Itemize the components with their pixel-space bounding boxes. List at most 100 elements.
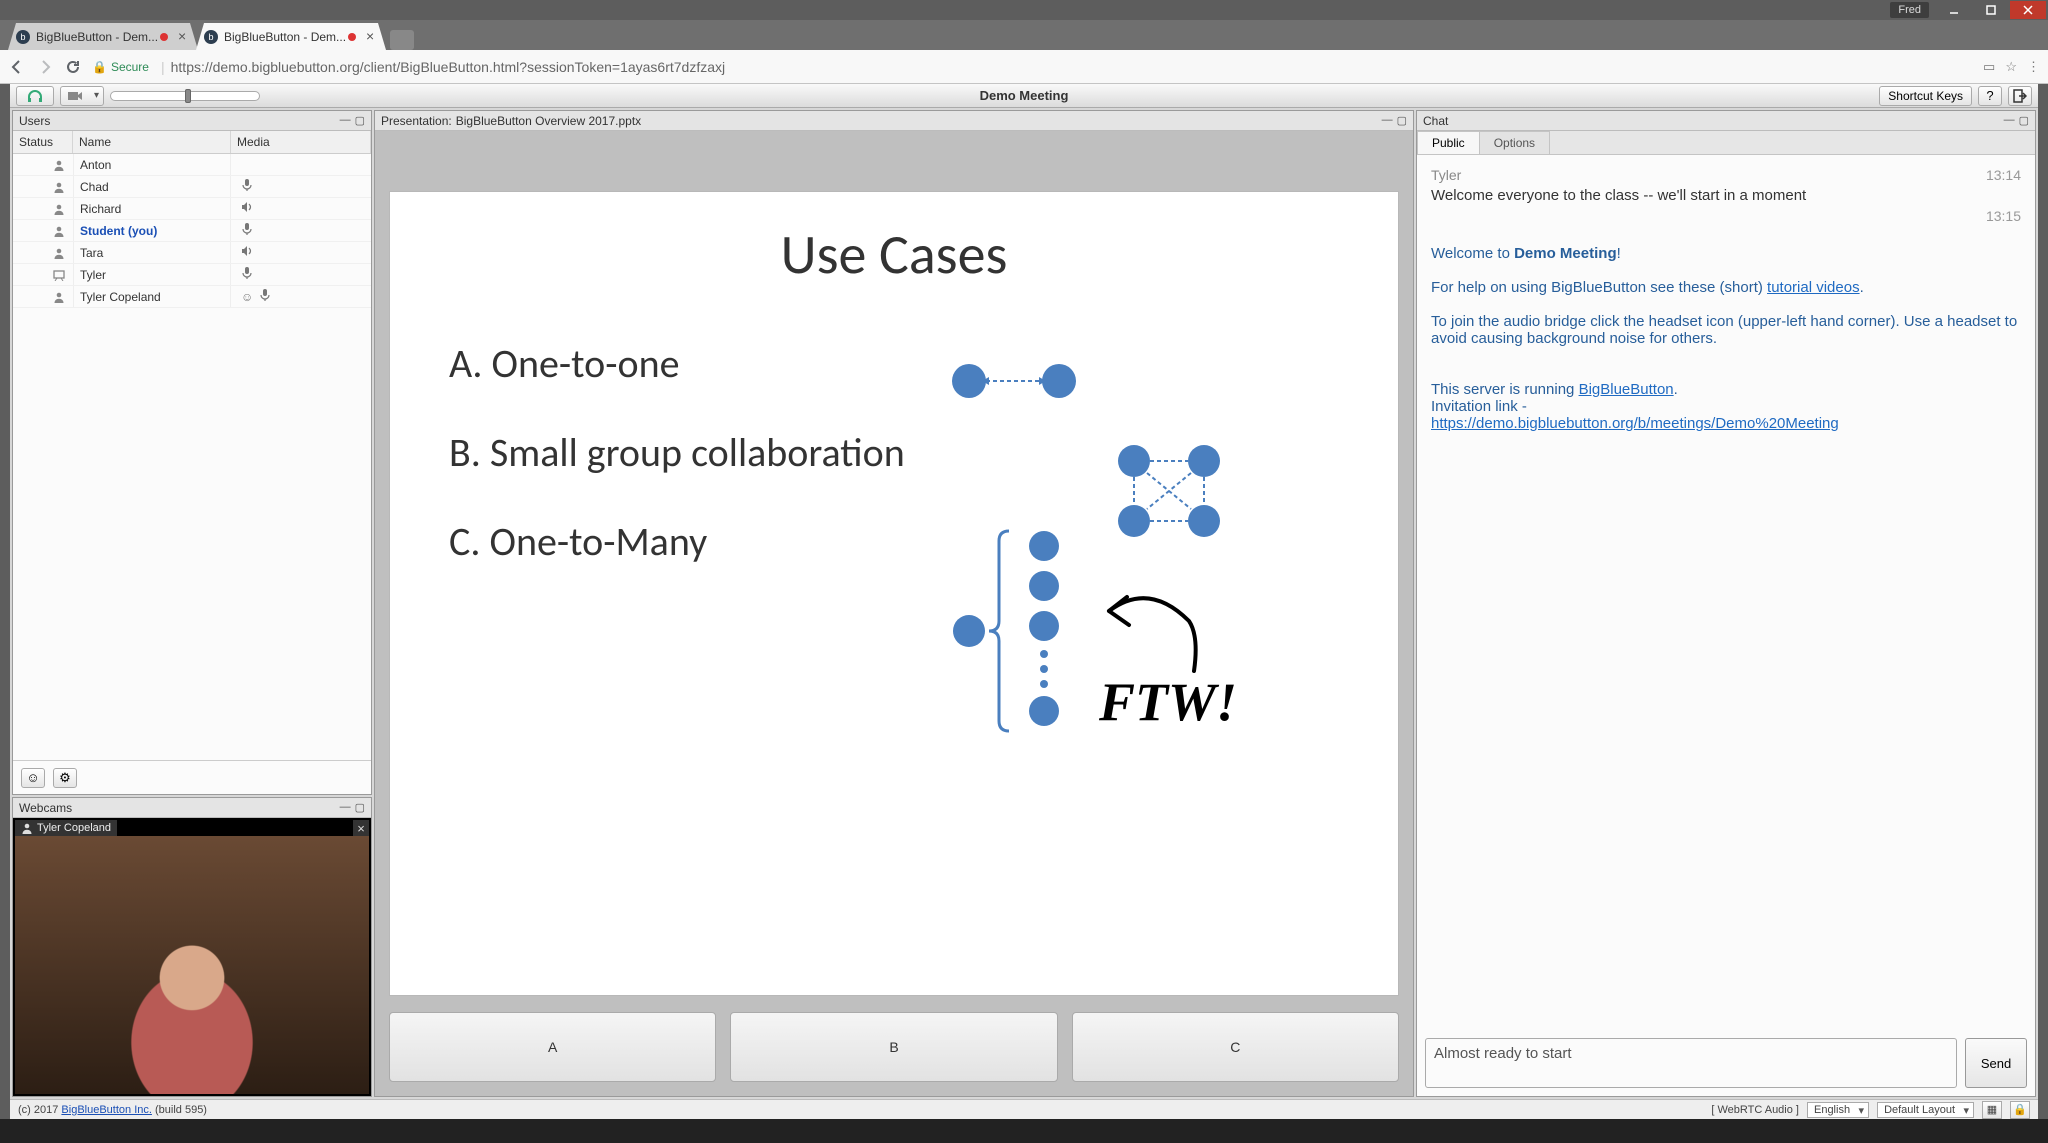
chat-tab-public[interactable]: Public xyxy=(1417,131,1480,154)
cast-icon[interactable]: ▭ xyxy=(1983,59,1995,75)
share-webcam-button[interactable] xyxy=(60,86,104,106)
apply-layout-button[interactable]: ▦ xyxy=(1982,1101,2002,1119)
webcam-stream-label: Tyler Copeland xyxy=(15,820,117,836)
panel-maximize-icon[interactable]: ▢ xyxy=(355,801,365,814)
tutorial-videos-link[interactable]: tutorial videos xyxy=(1767,279,1860,296)
col-status[interactable]: Status xyxy=(13,131,73,153)
user-status-icon xyxy=(13,269,73,281)
chat-input[interactable]: Almost ready to start xyxy=(1425,1038,1957,1088)
users-settings-button[interactable]: ⚙ xyxy=(53,768,77,788)
microphone-volume-slider[interactable] xyxy=(110,91,260,101)
shortcut-keys-button[interactable]: Shortcut Keys xyxy=(1879,86,1972,106)
col-name[interactable]: Name xyxy=(73,131,231,153)
slide-title: Use Cases xyxy=(449,221,1339,289)
address-bar[interactable]: 🔒 Secure | https://demo.bigbluebutton.or… xyxy=(92,59,1973,75)
freehand-text: FTW! xyxy=(1099,671,1237,733)
browser-tab-title: BigBlueButton - Dem... xyxy=(224,30,346,44)
poll-option-a[interactable]: A xyxy=(389,1012,716,1082)
user-row[interactable]: Richard xyxy=(13,198,371,220)
forward-button[interactable] xyxy=(36,58,54,76)
browser-tab-1[interactable]: b BigBlueButton - Dem... × xyxy=(8,23,198,50)
language-select[interactable]: English xyxy=(1807,1102,1869,1118)
user-status-icon xyxy=(13,247,73,259)
user-name: Student (you) xyxy=(73,220,231,241)
webcam-video[interactable]: Tyler Copeland × xyxy=(13,818,371,1096)
users-panel-header: Users — ▢ xyxy=(13,111,371,131)
panel-minimize-icon[interactable]: — xyxy=(340,801,351,814)
panel-maximize-icon[interactable]: ▢ xyxy=(2019,114,2029,127)
user-row[interactable]: Student (you) xyxy=(13,220,371,242)
user-name: Richard xyxy=(73,198,231,219)
user-row[interactable]: Chad xyxy=(13,176,371,198)
chat-input-row: Almost ready to start Send xyxy=(1417,1030,2035,1096)
invitation-link[interactable]: https://demo.bigbluebutton.org/b/meeting… xyxy=(1431,415,1839,432)
join-audio-button[interactable] xyxy=(16,86,54,106)
presentation-body[interactable]: Use Cases A. One-to-one B. Small group c… xyxy=(375,131,1413,1096)
browser-tabstrip: b BigBlueButton - Dem... × b BigBlueButt… xyxy=(0,20,2048,50)
footer-bbb-link[interactable]: BigBlueButton Inc. xyxy=(61,1104,152,1116)
back-button[interactable] xyxy=(8,58,26,76)
user-row[interactable]: Tara xyxy=(13,242,371,264)
person-icon xyxy=(21,822,33,834)
microphone-icon xyxy=(241,266,253,283)
user-status-icon xyxy=(13,181,73,193)
user-status-icon xyxy=(13,225,73,237)
help-icon: ? xyxy=(1986,88,1993,103)
layout-select[interactable]: Default Layout xyxy=(1877,1102,1974,1118)
window-maximize-button[interactable] xyxy=(1973,1,2009,19)
user-name: Tyler xyxy=(73,264,231,285)
tab-close-icon[interactable]: × xyxy=(366,31,378,43)
chat-tab-options[interactable]: Options xyxy=(1479,131,1550,154)
layout-icon: ▦ xyxy=(1987,1103,1997,1116)
chat-messages[interactable]: Tyler13:14 Welcome everyone to the class… xyxy=(1417,155,2035,1030)
panel-minimize-icon[interactable]: — xyxy=(1382,114,1393,127)
window-close-button[interactable] xyxy=(2010,1,2046,19)
bookmark-star-icon[interactable]: ☆ xyxy=(2005,59,2017,75)
smiley-icon: ☺ xyxy=(26,770,39,785)
chat-send-button[interactable]: Send xyxy=(1965,1038,2027,1088)
presentation-prefix: Presentation: xyxy=(381,114,452,128)
webcams-panel-title: Webcams xyxy=(19,801,72,815)
slide-bullet-a: A. One-to-one xyxy=(449,339,1339,388)
os-taskbar[interactable] xyxy=(0,1119,2048,1143)
bbb-home-link[interactable]: BigBlueButton xyxy=(1579,381,1674,398)
microphone-icon xyxy=(241,222,253,239)
microphone-icon xyxy=(259,288,271,305)
meeting-title: Demo Meeting xyxy=(980,88,1069,103)
lock-layout-button[interactable]: 🔒 xyxy=(2010,1101,2030,1119)
diagram-small-group xyxy=(1109,441,1229,541)
browser-toolbar: 🔒 Secure | https://demo.bigbluebutton.or… xyxy=(0,50,2048,84)
diagram-one-to-one xyxy=(949,361,1079,401)
bbb-toolbar: Demo Meeting Shortcut Keys ? xyxy=(10,84,2038,108)
presentation-panel: Presentation: BigBlueButton Overview 201… xyxy=(374,110,1414,1097)
user-row[interactable]: Tyler Copeland☺ xyxy=(13,286,371,308)
window-minimize-button[interactable] xyxy=(1936,1,1972,19)
panel-maximize-icon[interactable]: ▢ xyxy=(1397,114,1407,127)
browser-tab-2[interactable]: b BigBlueButton - Dem... × xyxy=(196,23,386,50)
user-media: ☺ xyxy=(231,288,371,305)
panel-minimize-icon[interactable]: — xyxy=(2004,114,2015,127)
user-media xyxy=(231,222,371,239)
webcam-image xyxy=(15,836,369,1094)
chat-time: 13:15 xyxy=(1986,208,2021,224)
poll-option-c[interactable]: C xyxy=(1072,1012,1399,1082)
poll-option-b[interactable]: B xyxy=(730,1012,1057,1082)
logout-icon xyxy=(2013,89,2027,103)
reload-button[interactable] xyxy=(64,58,82,76)
panel-maximize-icon[interactable]: ▢ xyxy=(355,114,365,127)
slider-thumb[interactable] xyxy=(185,89,191,103)
user-row[interactable]: Anton xyxy=(13,154,371,176)
panel-minimize-icon[interactable]: — xyxy=(340,114,351,127)
welcome-block: Welcome to Demo Meeting! For help on usi… xyxy=(1431,245,2021,432)
user-row[interactable]: Tyler xyxy=(13,264,371,286)
col-media[interactable]: Media xyxy=(231,131,371,153)
user-name: Tara xyxy=(73,242,231,263)
help-button[interactable]: ? xyxy=(1978,86,2002,106)
raise-hand-button[interactable]: ☺ xyxy=(21,768,45,788)
webcam-close-button[interactable]: × xyxy=(353,820,369,836)
logout-button[interactable] xyxy=(2008,86,2032,106)
tab-close-icon[interactable]: × xyxy=(178,31,190,43)
user-name: Anton xyxy=(73,154,231,175)
menu-icon[interactable]: ⋮ xyxy=(2027,59,2040,75)
new-tab-button[interactable] xyxy=(390,30,414,50)
